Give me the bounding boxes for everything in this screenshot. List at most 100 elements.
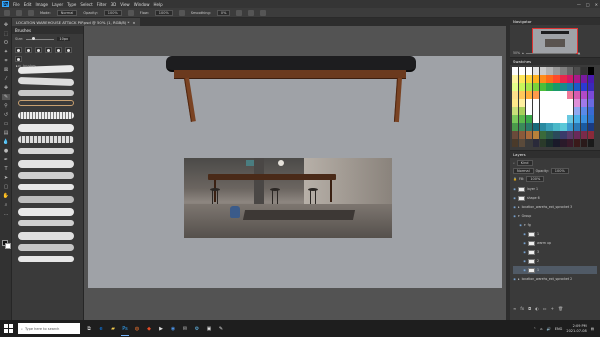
photoshop-taskbar-icon[interactable]: Ps xyxy=(120,323,130,336)
layer-row[interactable]: ◉ shape 6 xyxy=(513,194,597,202)
swatch-color[interactable] xyxy=(532,107,539,115)
swatch-color[interactable] xyxy=(553,107,560,115)
airbrush-icon[interactable] xyxy=(178,9,185,16)
swatch-color[interactable] xyxy=(573,139,581,147)
menu-layer[interactable]: Layer xyxy=(52,2,63,7)
swatch-color[interactable] xyxy=(525,99,533,107)
maximize-button[interactable]: □ xyxy=(586,2,590,7)
swatch-color[interactable] xyxy=(525,131,533,139)
swatch-color[interactable] xyxy=(532,75,539,83)
zoom-in-icon[interactable]: ▲ xyxy=(578,51,580,55)
swatch-color[interactable] xyxy=(560,115,567,123)
swatch-color[interactable] xyxy=(532,123,539,131)
swatch-color[interactable] xyxy=(539,99,546,107)
swatch-color[interactable] xyxy=(587,131,594,139)
network-icon[interactable]: ⌂ xyxy=(540,327,542,331)
lock-icon[interactable]: 🔒 xyxy=(513,177,517,181)
fx-icon[interactable]: fx xyxy=(520,306,524,311)
swatch-color[interactable] xyxy=(525,83,533,91)
swatch-color[interactable] xyxy=(546,91,553,99)
swatch-color[interactable] xyxy=(587,83,594,91)
new-icon[interactable]: + xyxy=(551,306,554,311)
pressure-size-icon[interactable] xyxy=(248,9,255,16)
swatch-color[interactable] xyxy=(518,75,526,83)
app-icon[interactable]: ✉ xyxy=(180,323,190,334)
swatch-color[interactable] xyxy=(587,115,594,123)
swatch-color[interactable] xyxy=(532,139,539,147)
swatch-color[interactable] xyxy=(573,131,581,139)
swatch-color[interactable] xyxy=(532,131,539,139)
shape-tool-icon[interactable]: ▢ xyxy=(2,184,10,190)
swatch-color[interactable] xyxy=(546,131,553,139)
app-icon[interactable]: ✎ xyxy=(216,323,226,334)
menu-edit[interactable]: Edit xyxy=(24,2,32,7)
swatch-color[interactable] xyxy=(580,83,588,91)
swatch-color[interactable] xyxy=(518,83,526,91)
swatch-color[interactable] xyxy=(567,83,574,91)
swatch-color[interactable] xyxy=(573,91,581,99)
app-icon[interactable]: ▣ xyxy=(204,323,214,334)
swatch-color[interactable] xyxy=(512,75,519,83)
firefox-icon[interactable]: ◍ xyxy=(132,323,142,334)
swatch-color[interactable] xyxy=(580,123,588,131)
eye-icon[interactable]: ◉ xyxy=(513,187,516,191)
zoom-tool-icon[interactable]: ⌕ xyxy=(2,202,10,208)
close-window-button[interactable]: ✕ xyxy=(595,2,598,7)
brush-stroke[interactable] xyxy=(18,184,74,190)
eye-icon[interactable]: ◉ xyxy=(523,241,526,245)
eye-icon[interactable]: ◉ xyxy=(513,205,516,209)
swatch-color[interactable] xyxy=(518,91,526,99)
zoom-slider[interactable] xyxy=(525,52,576,54)
swatch-color[interactable] xyxy=(539,139,546,147)
eye-icon[interactable]: ◉ xyxy=(523,232,526,236)
swatch-color[interactable] xyxy=(553,91,560,99)
brush-preset[interactable] xyxy=(35,47,42,53)
swatch-color[interactable] xyxy=(525,107,533,115)
swatch-color[interactable] xyxy=(512,115,519,123)
swatch-color[interactable] xyxy=(512,107,519,115)
swatch-color[interactable] xyxy=(539,131,546,139)
swatch-color[interactable] xyxy=(553,67,560,75)
swatch-color[interactable] xyxy=(567,91,574,99)
brush-stroke[interactable] xyxy=(18,77,74,86)
layer-blend-mode[interactable]: Normal xyxy=(513,168,534,174)
canvas-area[interactable] xyxy=(84,26,506,320)
swatch-color[interactable] xyxy=(567,131,574,139)
windows-start-icon[interactable] xyxy=(4,324,13,333)
brush-preset[interactable] xyxy=(25,47,32,53)
swatch-color[interactable] xyxy=(518,99,526,107)
type-tool-icon[interactable]: T xyxy=(2,166,10,172)
chevron-up-icon[interactable]: ⌃ xyxy=(533,327,536,331)
swatch-color[interactable] xyxy=(532,83,539,91)
swatch-color[interactable] xyxy=(539,123,546,131)
layer-row[interactable]: ◉ layer 1 xyxy=(513,185,597,193)
swatch-color[interactable] xyxy=(580,107,588,115)
mask-icon[interactable]: ◘ xyxy=(528,306,531,311)
brush-preset[interactable] xyxy=(65,47,72,53)
menu-select[interactable]: Select xyxy=(80,2,92,7)
more-tools-icon[interactable]: … xyxy=(2,211,10,217)
brush-stroke[interactable] xyxy=(18,160,74,168)
swatch-color[interactable] xyxy=(539,115,546,123)
swatch-color[interactable] xyxy=(573,107,581,115)
brush-stroke[interactable] xyxy=(18,220,74,226)
eye-icon[interactable]: ◉ xyxy=(513,214,516,218)
document-canvas[interactable] xyxy=(88,56,502,288)
brush-stroke[interactable] xyxy=(18,244,74,251)
swatch-color[interactable] xyxy=(512,123,519,131)
app-icon[interactable]: ◆ xyxy=(144,323,154,334)
swatch-color[interactable] xyxy=(560,107,567,115)
swatch-color[interactable] xyxy=(539,67,546,75)
swatch-color[interactable] xyxy=(587,123,594,131)
swatch-color[interactable] xyxy=(525,115,533,123)
swatch-color[interactable] xyxy=(518,123,526,131)
swatch-color[interactable] xyxy=(573,67,581,75)
layer-kind-filter[interactable]: Kind xyxy=(516,160,533,166)
swatch-color[interactable] xyxy=(587,139,594,147)
eye-icon[interactable]: ◉ xyxy=(523,259,526,263)
menu-window[interactable]: Window xyxy=(134,2,150,7)
swatch-color[interactable] xyxy=(573,83,581,91)
swatch-color[interactable] xyxy=(587,99,594,107)
eye-icon[interactable]: ◉ xyxy=(513,196,516,200)
swatch-color[interactable] xyxy=(587,91,594,99)
